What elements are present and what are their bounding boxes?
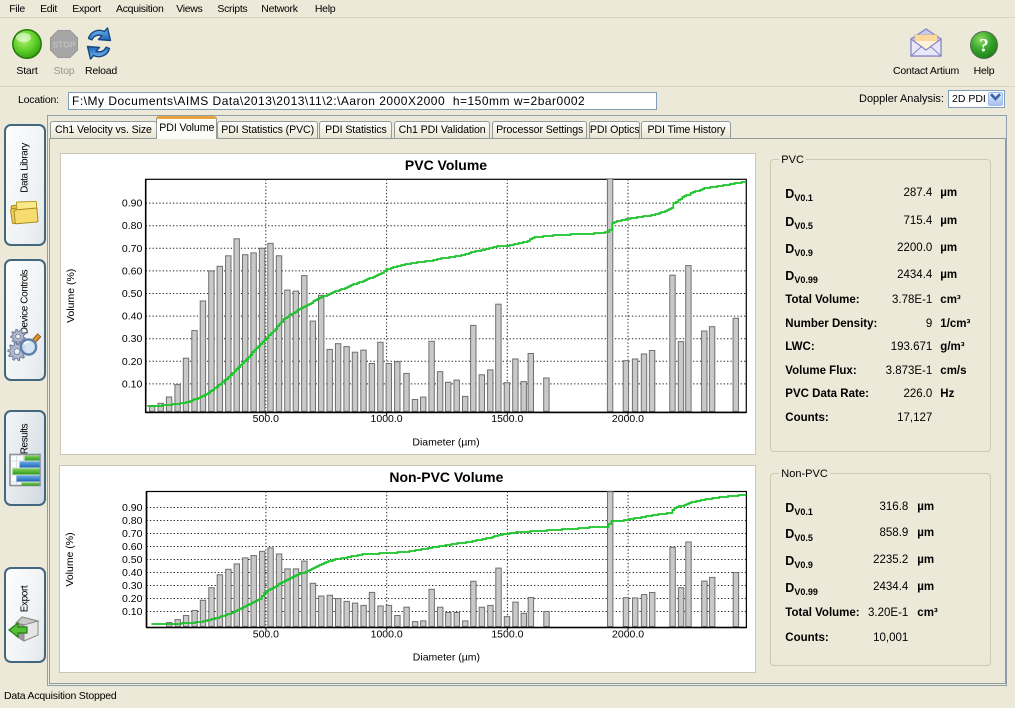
svg-text:0.70: 0.70 <box>122 529 143 540</box>
svg-text:1500.0: 1500.0 <box>491 414 523 425</box>
svg-text:Volume (%): Volume (%) <box>65 533 76 587</box>
svg-text:2000.0: 2000.0 <box>612 414 644 425</box>
svg-text:0.50: 0.50 <box>122 555 143 566</box>
svg-text:0.30: 0.30 <box>122 334 143 345</box>
svg-text:500.0: 500.0 <box>252 629 278 640</box>
svg-text:0.30: 0.30 <box>122 581 143 592</box>
svg-text:Diameter (µm): Diameter (µm) <box>412 652 479 663</box>
svg-text:Diameter (µm): Diameter (µm) <box>412 437 479 448</box>
svg-text:500.0: 500.0 <box>252 414 278 425</box>
svg-text:STOP: STOP <box>53 40 76 50</box>
svg-text:PVC Volume: PVC Volume <box>405 157 487 173</box>
svg-text:0.50: 0.50 <box>122 289 143 300</box>
svg-text:0.40: 0.40 <box>122 568 143 579</box>
svg-text:0.10: 0.10 <box>122 607 143 618</box>
svg-text:0.90: 0.90 <box>122 503 143 514</box>
svg-text:0.60: 0.60 <box>122 542 143 553</box>
svg-text:1500.0: 1500.0 <box>491 629 523 640</box>
svg-text:0.90: 0.90 <box>122 199 143 210</box>
svg-text:1000.0: 1000.0 <box>370 414 402 425</box>
svg-text:0.70: 0.70 <box>122 244 143 255</box>
svg-text:0.20: 0.20 <box>122 594 143 605</box>
svg-text:Volume (%): Volume (%) <box>66 269 77 323</box>
svg-text:0.10: 0.10 <box>122 379 143 390</box>
svg-text:2000.0: 2000.0 <box>612 629 644 640</box>
svg-text:0.80: 0.80 <box>122 221 143 232</box>
svg-text:0.40: 0.40 <box>122 312 143 323</box>
svg-text:Non-PVC Volume: Non-PVC Volume <box>389 469 503 485</box>
svg-text:?: ? <box>979 36 989 57</box>
svg-text:0.20: 0.20 <box>122 357 143 368</box>
svg-text:0.80: 0.80 <box>122 516 143 527</box>
svg-text:0.60: 0.60 <box>122 266 143 277</box>
svg-text:1000.0: 1000.0 <box>370 629 402 640</box>
